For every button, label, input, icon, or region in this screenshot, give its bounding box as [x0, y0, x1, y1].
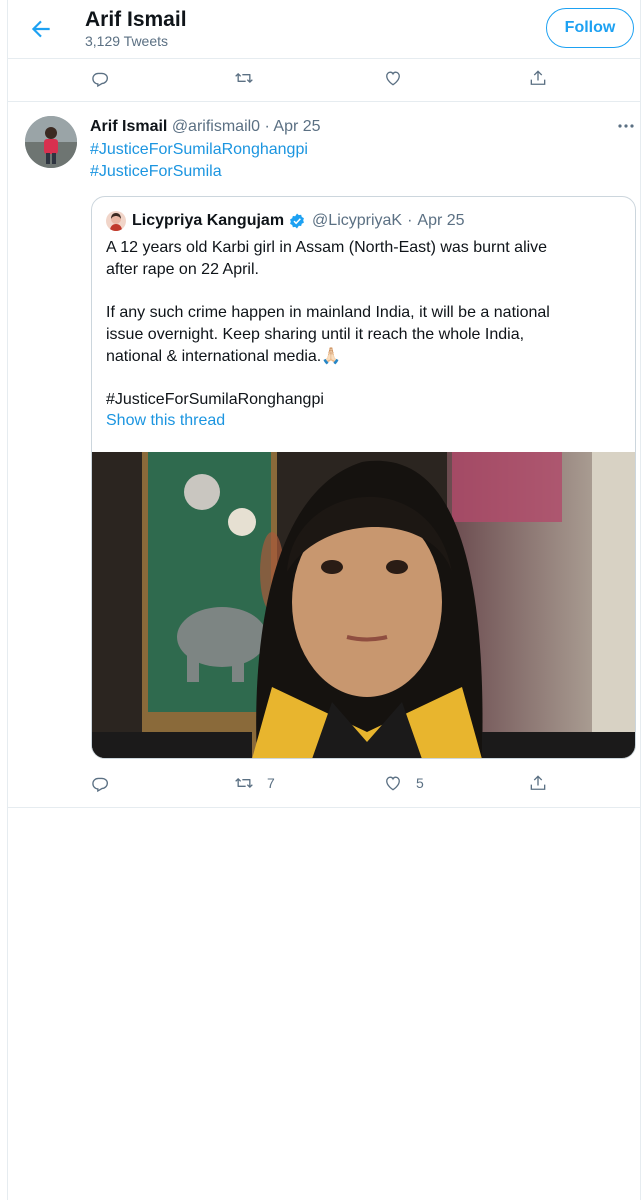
like-icon [386, 776, 400, 791]
tweet-date[interactable]: Apr 25 [273, 118, 320, 135]
quoted-author-name: Licypriya Kangujam [132, 212, 285, 229]
quoted-photo[interactable] [92, 452, 635, 758]
hashtag-link[interactable]: #JusticeForSumilaRonghangpi [90, 141, 308, 159]
girl-portrait-image [92, 452, 635, 758]
reply-button[interactable] [90, 63, 110, 93]
reply-icon [92, 72, 109, 88]
more-icon[interactable] [614, 114, 638, 138]
like-icon [386, 71, 400, 86]
retweet-icon [235, 778, 253, 788]
quoted-tweet[interactable]: Licypriya Kangujam @LicypriyaK · Apr 25 … [91, 196, 636, 759]
tweet-divider [8, 101, 640, 102]
separator-dot: · [407, 212, 413, 229]
retweet-icon [235, 73, 253, 83]
quoted-hashtag: #JusticeForSumilaRonghangpi [106, 391, 324, 408]
quoted-text-line: If any such crime happen in mainland Ind… [106, 304, 550, 321]
timeline-column: Arif Ismail 3,129 Tweets Follow Arif Ism… [7, 0, 641, 1200]
quoted-text-line: after rape on 22 April. [106, 261, 259, 278]
tweet-header: Arif Ismail @arifismail0 · Apr 25 [90, 118, 321, 136]
hashtag-link[interactable]: #JusticeForSumila [90, 163, 222, 181]
share-button[interactable] [528, 768, 548, 798]
retweet-button[interactable]: 7 [234, 768, 275, 798]
tweet-author-handle: @arifismail0 [171, 118, 261, 135]
share-button[interactable] [528, 63, 548, 93]
share-icon [530, 70, 546, 85]
avatar[interactable] [25, 116, 77, 168]
like-button[interactable] [383, 63, 403, 93]
retweet-button[interactable] [234, 63, 254, 93]
back-arrow-icon[interactable] [28, 16, 54, 42]
show-thread-link[interactable]: Show this thread [106, 412, 225, 430]
tweet-count: 3,129 Tweets [85, 33, 169, 49]
tweet-divider [8, 807, 640, 808]
like-count: 5 [416, 775, 424, 791]
reply-button[interactable] [90, 768, 110, 798]
quoted-author-handle: @LicypriyaK [312, 212, 403, 229]
share-icon [530, 775, 546, 790]
retweet-count: 7 [267, 775, 275, 791]
quoted-date: Apr 25 [417, 212, 465, 229]
quoted-text-line: issue overnight. Keep sharing until it r… [106, 326, 525, 343]
like-button[interactable]: 5 [383, 768, 424, 798]
tweet-author-name[interactable]: Arif Ismail [90, 118, 167, 135]
verified-badge-icon [290, 213, 304, 229]
follow-button[interactable]: Follow [546, 8, 634, 48]
separator-dot: · [264, 118, 270, 135]
tweet-actions: 7 5 [8, 768, 640, 798]
quoted-text-line: A 12 years old Karbi girl in Assam (Nort… [106, 239, 548, 256]
profile-name: Arif Ismail [85, 8, 187, 31]
reply-icon [92, 777, 109, 793]
avatar-photo [25, 116, 77, 168]
quoted-avatar [106, 211, 126, 231]
quoted-text-line: national & international media.🙏🏻 [106, 348, 342, 365]
quoted-tweet-header: Licypriya Kangujam @LicypriyaK · Apr 25 [106, 211, 465, 231]
previous-tweet-actions [8, 63, 640, 93]
profile-header: Arif Ismail 3,129 Tweets Follow [8, 0, 640, 59]
